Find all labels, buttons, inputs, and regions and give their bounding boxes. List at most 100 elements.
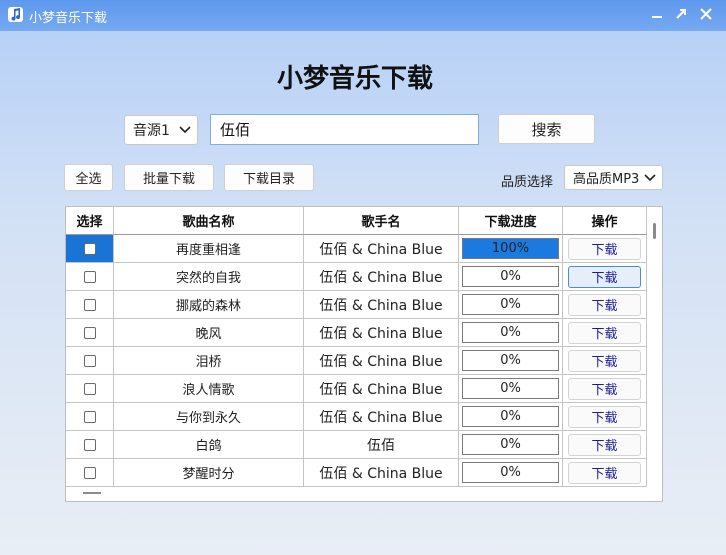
song-name-cell: 白鸽 — [114, 431, 304, 459]
header-song-name[interactable]: 歌曲名称 — [114, 207, 304, 235]
song-name-cell: 梦醒时分 — [114, 459, 304, 487]
close-button[interactable] — [694, 0, 718, 27]
vertical-scrollbar[interactable] — [653, 223, 656, 239]
select-all-label: 全选 — [75, 172, 102, 187]
row-checkbox[interactable] — [83, 410, 96, 423]
download-button[interactable]: 下载 — [568, 237, 641, 260]
song-name-cell: 泪桥 — [114, 347, 304, 375]
artist-cell: 伍佰 & China Blue — [304, 291, 459, 319]
horizontal-scrollbar[interactable] — [83, 492, 101, 494]
download-progress-bar: 0% — [462, 266, 559, 287]
song-name-cell: 与你到永久 — [114, 403, 304, 431]
progress-cell: 0% — [459, 319, 563, 347]
search-input-value: 伍佰 — [220, 121, 251, 139]
progress-text: 0% — [500, 465, 521, 480]
row-checkbox[interactable] — [83, 382, 96, 395]
action-cell: 下载 — [563, 235, 647, 263]
download-button[interactable]: 下载 — [568, 321, 641, 344]
row-select-cell[interactable] — [66, 375, 114, 403]
artist-cell: 伍佰 & China Blue — [304, 235, 459, 263]
download-button[interactable]: 下载 — [568, 265, 641, 288]
row-select-cell[interactable] — [66, 403, 114, 431]
row-checkbox[interactable] — [83, 466, 96, 479]
row-select-cell[interactable] — [66, 263, 114, 291]
progress-text: 0% — [500, 297, 521, 312]
row-checkbox[interactable] — [83, 242, 96, 255]
download-button[interactable]: 下载 — [568, 433, 641, 456]
progress-text: 0% — [500, 437, 521, 452]
progress-cell: 0% — [459, 375, 563, 403]
song-name-cell: 浪人情歌 — [114, 375, 304, 403]
header-progress[interactable]: 下载进度 — [459, 207, 563, 235]
progress-cell: 0% — [459, 403, 563, 431]
download-progress-bar: 0% — [462, 294, 559, 315]
source-select-value: 音源1 — [133, 123, 170, 139]
header-select[interactable]: 选择 — [66, 207, 114, 235]
row-checkbox[interactable] — [83, 438, 96, 451]
page-title: 小梦音乐下载 — [276, 64, 433, 94]
action-cell: 下载 — [563, 459, 647, 487]
progress-text: 0% — [500, 353, 521, 368]
quality-select-value: 高品质MP3 — [573, 172, 640, 187]
artist-cell: 伍佰 & China Blue — [304, 459, 459, 487]
artist-cell: 伍佰 & China Blue — [304, 403, 459, 431]
download-button[interactable]: 下载 — [568, 405, 641, 428]
download-button[interactable]: 下载 — [568, 377, 641, 400]
artist-cell: 伍佰 & China Blue — [304, 319, 459, 347]
progress-cell: 0% — [459, 263, 563, 291]
download-progress-bar: 0% — [462, 378, 559, 399]
row-checkbox[interactable] — [83, 354, 96, 367]
download-button[interactable]: 下载 — [568, 349, 641, 372]
window-title: 小梦音乐下载 — [29, 11, 108, 26]
progress-text: 100% — [491, 241, 530, 256]
progress-text: 0% — [500, 381, 521, 396]
row-select-cell[interactable] — [66, 319, 114, 347]
minimize-button[interactable] — [645, 0, 669, 27]
action-cell: 下载 — [563, 431, 647, 459]
row-checkbox[interactable] — [83, 270, 96, 283]
action-cell: 下载 — [563, 403, 647, 431]
quality-select[interactable]: 高品质MP3 — [564, 165, 663, 190]
download-button[interactable]: 下载 — [568, 461, 641, 484]
row-select-cell[interactable] — [66, 235, 114, 263]
row-select-cell[interactable] — [66, 431, 114, 459]
header-action[interactable]: 操作 — [563, 207, 647, 235]
row-select-cell[interactable] — [66, 459, 114, 487]
music-note-icon — [8, 7, 23, 22]
row-select-cell[interactable] — [66, 291, 114, 319]
artist-cell: 伍佰 & China Blue — [304, 375, 459, 403]
action-cell: 下载 — [563, 319, 647, 347]
download-progress-bar: 0% — [462, 350, 559, 371]
song-name-cell: 晚风 — [114, 319, 304, 347]
download-progress-bar: 100% — [462, 238, 559, 259]
row-select-cell[interactable] — [66, 347, 114, 375]
header-artist[interactable]: 歌手名 — [304, 207, 459, 235]
chevron-down-icon — [644, 174, 656, 182]
maximize-button[interactable] — [669, 0, 693, 27]
source-select[interactable]: 音源1 — [124, 115, 198, 145]
action-cell: 下载 — [563, 263, 647, 291]
row-checkbox[interactable] — [83, 298, 96, 311]
row-checkbox[interactable] — [83, 326, 96, 339]
download-progress-bar: 0% — [462, 406, 559, 427]
song-table: 选择 歌曲名称 歌手名 下载进度 操作 再度重相逢 伍佰 & China Blue… — [65, 206, 663, 502]
download-dir-button[interactable]: 下载目录 — [224, 164, 314, 191]
batch-download-button[interactable]: 批量下载 — [124, 164, 214, 191]
download-dir-label: 下载目录 — [242, 172, 295, 187]
artist-cell: 伍佰 & China Blue — [304, 263, 459, 291]
progress-cell: 100% — [459, 235, 563, 263]
quality-label: 品质选择 — [501, 175, 554, 190]
download-button[interactable]: 下载 — [568, 293, 641, 316]
select-all-button[interactable]: 全选 — [64, 164, 113, 191]
search-button[interactable]: 搜索 — [498, 114, 595, 144]
progress-cell: 0% — [459, 291, 563, 319]
download-progress-bar: 0% — [462, 462, 559, 483]
chevron-down-icon — [179, 126, 191, 134]
action-cell: 下载 — [563, 375, 647, 403]
batch-download-label: 批量下载 — [142, 172, 195, 187]
search-input[interactable]: 伍佰 — [210, 114, 479, 145]
song-name-cell: 突然的自我 — [114, 263, 304, 291]
progress-text: 0% — [500, 325, 521, 340]
progress-cell: 0% — [459, 459, 563, 487]
progress-cell: 0% — [459, 431, 563, 459]
